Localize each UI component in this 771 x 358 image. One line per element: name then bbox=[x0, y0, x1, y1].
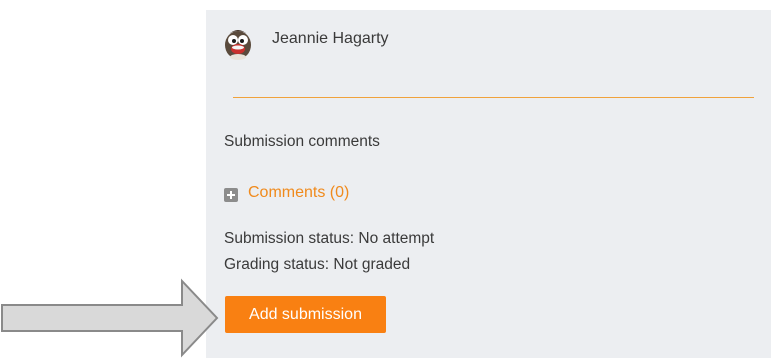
submission-comments-heading: Submission comments bbox=[224, 133, 380, 150]
add-submission-button[interactable]: Add submission bbox=[225, 296, 386, 333]
user-row: Jeannie Hagarty bbox=[222, 24, 389, 62]
comments-toggle[interactable]: Comments (0) bbox=[224, 184, 349, 202]
grading-status: Grading status: Not graded bbox=[224, 256, 411, 273]
comments-link[interactable]: Comments (0) bbox=[248, 184, 349, 202]
section-divider bbox=[233, 97, 754, 98]
user-name: Jeannie Hagarty bbox=[272, 30, 389, 47]
plus-square-icon[interactable] bbox=[224, 187, 238, 202]
arrow-right-icon bbox=[1, 278, 219, 358]
cartoon-avatar-icon bbox=[222, 25, 254, 61]
submission-status: Submission status: No attempt bbox=[224, 230, 435, 247]
screenshot-stage: Jeannie Hagarty Submission comments Comm… bbox=[0, 0, 771, 358]
